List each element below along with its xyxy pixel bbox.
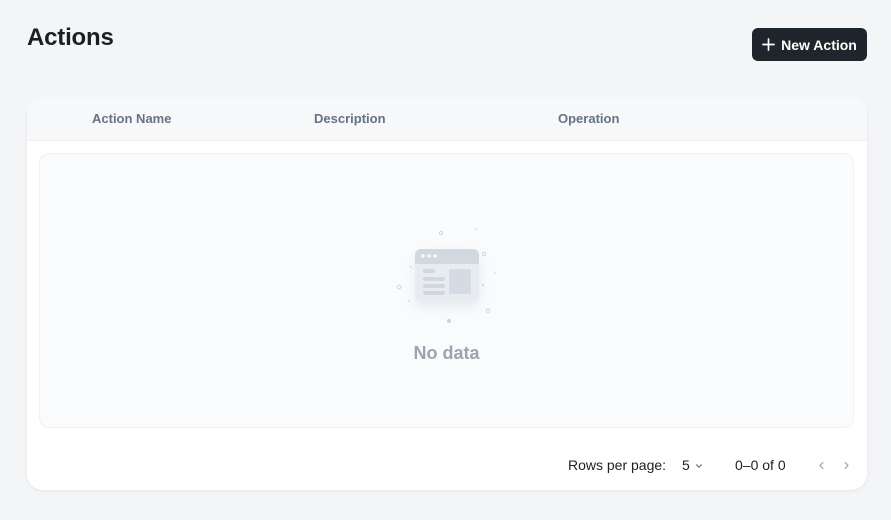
plus-icon bbox=[762, 38, 776, 51]
chevron-down-icon bbox=[695, 461, 703, 470]
actions-table: Action Name Description Operation No dat… bbox=[27, 97, 867, 490]
column-operation: Operation bbox=[558, 111, 620, 126]
column-action-name: Action Name bbox=[92, 111, 172, 126]
table-header-row: Action Name Description Operation bbox=[27, 97, 867, 141]
empty-state: No data bbox=[39, 153, 854, 428]
chevron-right-icon bbox=[842, 461, 851, 470]
page-title: Actions bbox=[27, 24, 114, 51]
empty-browser-illustration-icon bbox=[392, 224, 502, 324]
new-action-button[interactable]: New Action bbox=[752, 28, 867, 61]
chevron-left-icon bbox=[817, 461, 826, 470]
rows-per-page-value: 5 bbox=[682, 457, 690, 473]
next-page-button[interactable] bbox=[837, 456, 855, 474]
pagination: Rows per page: 5 0–0 of 0 bbox=[27, 453, 867, 477]
rows-per-page-label: Rows per page: bbox=[568, 457, 667, 473]
rows-per-page-select[interactable]: 5 bbox=[682, 454, 703, 476]
column-description: Description bbox=[314, 111, 386, 126]
new-action-label: New Action bbox=[781, 36, 857, 53]
previous-page-button[interactable] bbox=[812, 456, 830, 474]
empty-state-text: No data bbox=[413, 343, 480, 363]
page-range: 0–0 of 0 bbox=[735, 457, 786, 473]
